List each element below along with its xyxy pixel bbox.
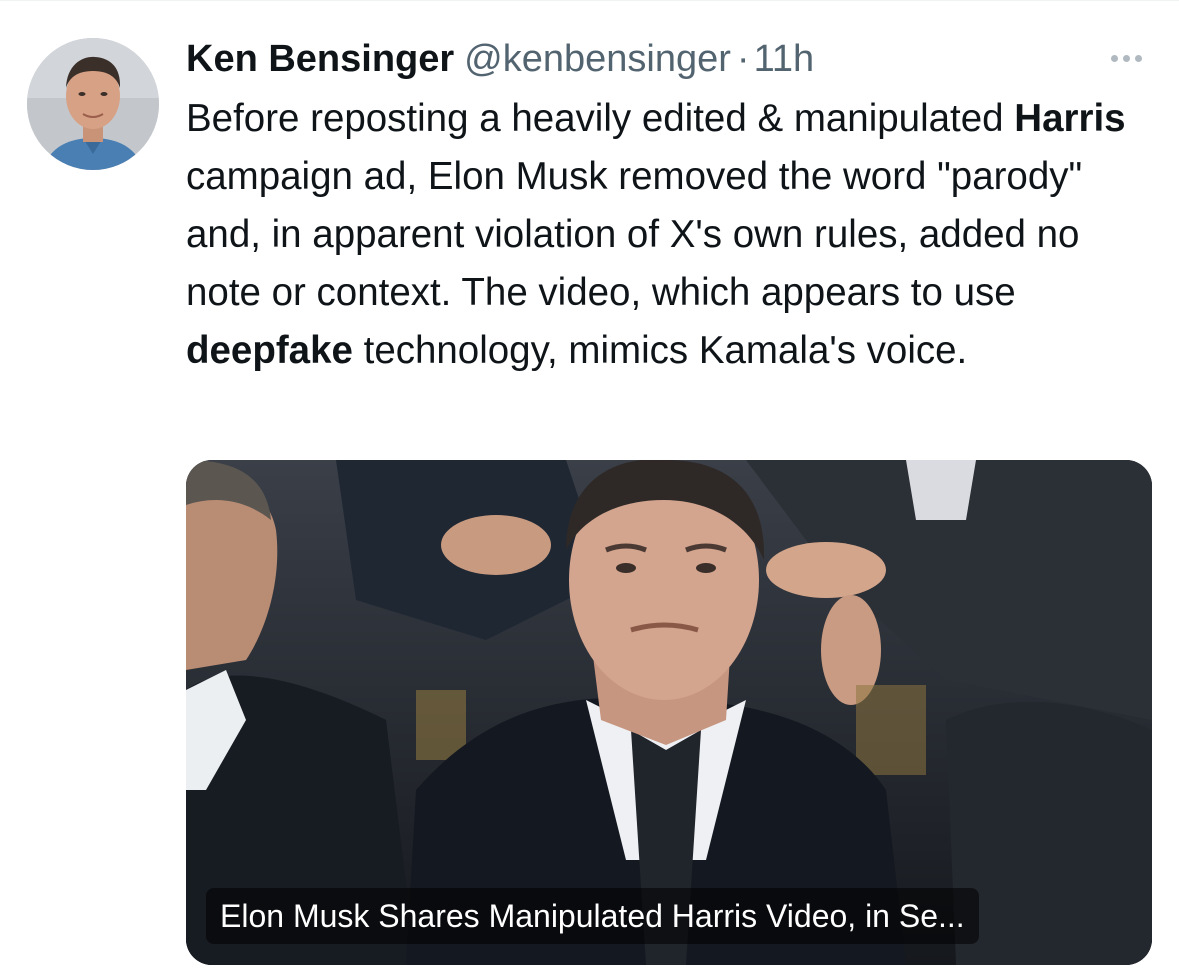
tweet-text-bold: deepfake bbox=[186, 329, 353, 372]
tweet-text: Before reposting a heavily edited & mani… bbox=[186, 90, 1161, 380]
tweet[interactable]: Ken Bensinger @kenbensinger · 11h Before… bbox=[0, 0, 1179, 969]
header-separator: · bbox=[736, 38, 750, 80]
avatar-image bbox=[27, 38, 159, 170]
tweet-text-segment: technology, mimics Kamala's voice. bbox=[352, 329, 968, 372]
link-card-title[interactable]: Elon Musk Shares Manipulated Harris Vide… bbox=[206, 888, 979, 944]
tweet-text-segment: campaign ad, Elon Musk removed the word … bbox=[186, 155, 1083, 314]
tweet-header: Ken Bensinger @kenbensinger · 11h bbox=[186, 34, 814, 84]
tweet-text-bold: Harris bbox=[1014, 97, 1126, 140]
author-avatar[interactable] bbox=[27, 38, 159, 170]
author-handle[interactable]: @kenbensinger bbox=[464, 34, 731, 84]
author-name[interactable]: Ken Bensinger bbox=[186, 34, 454, 84]
divider bbox=[0, 0, 1179, 1]
more-horizontal-icon[interactable] bbox=[1096, 40, 1156, 76]
tweet-text-segment: Before reposting a heavily edited & mani… bbox=[186, 97, 1015, 140]
link-card[interactable]: Elon Musk Shares Manipulated Harris Vide… bbox=[186, 460, 1152, 965]
tweet-timestamp[interactable]: 11h bbox=[754, 34, 815, 84]
